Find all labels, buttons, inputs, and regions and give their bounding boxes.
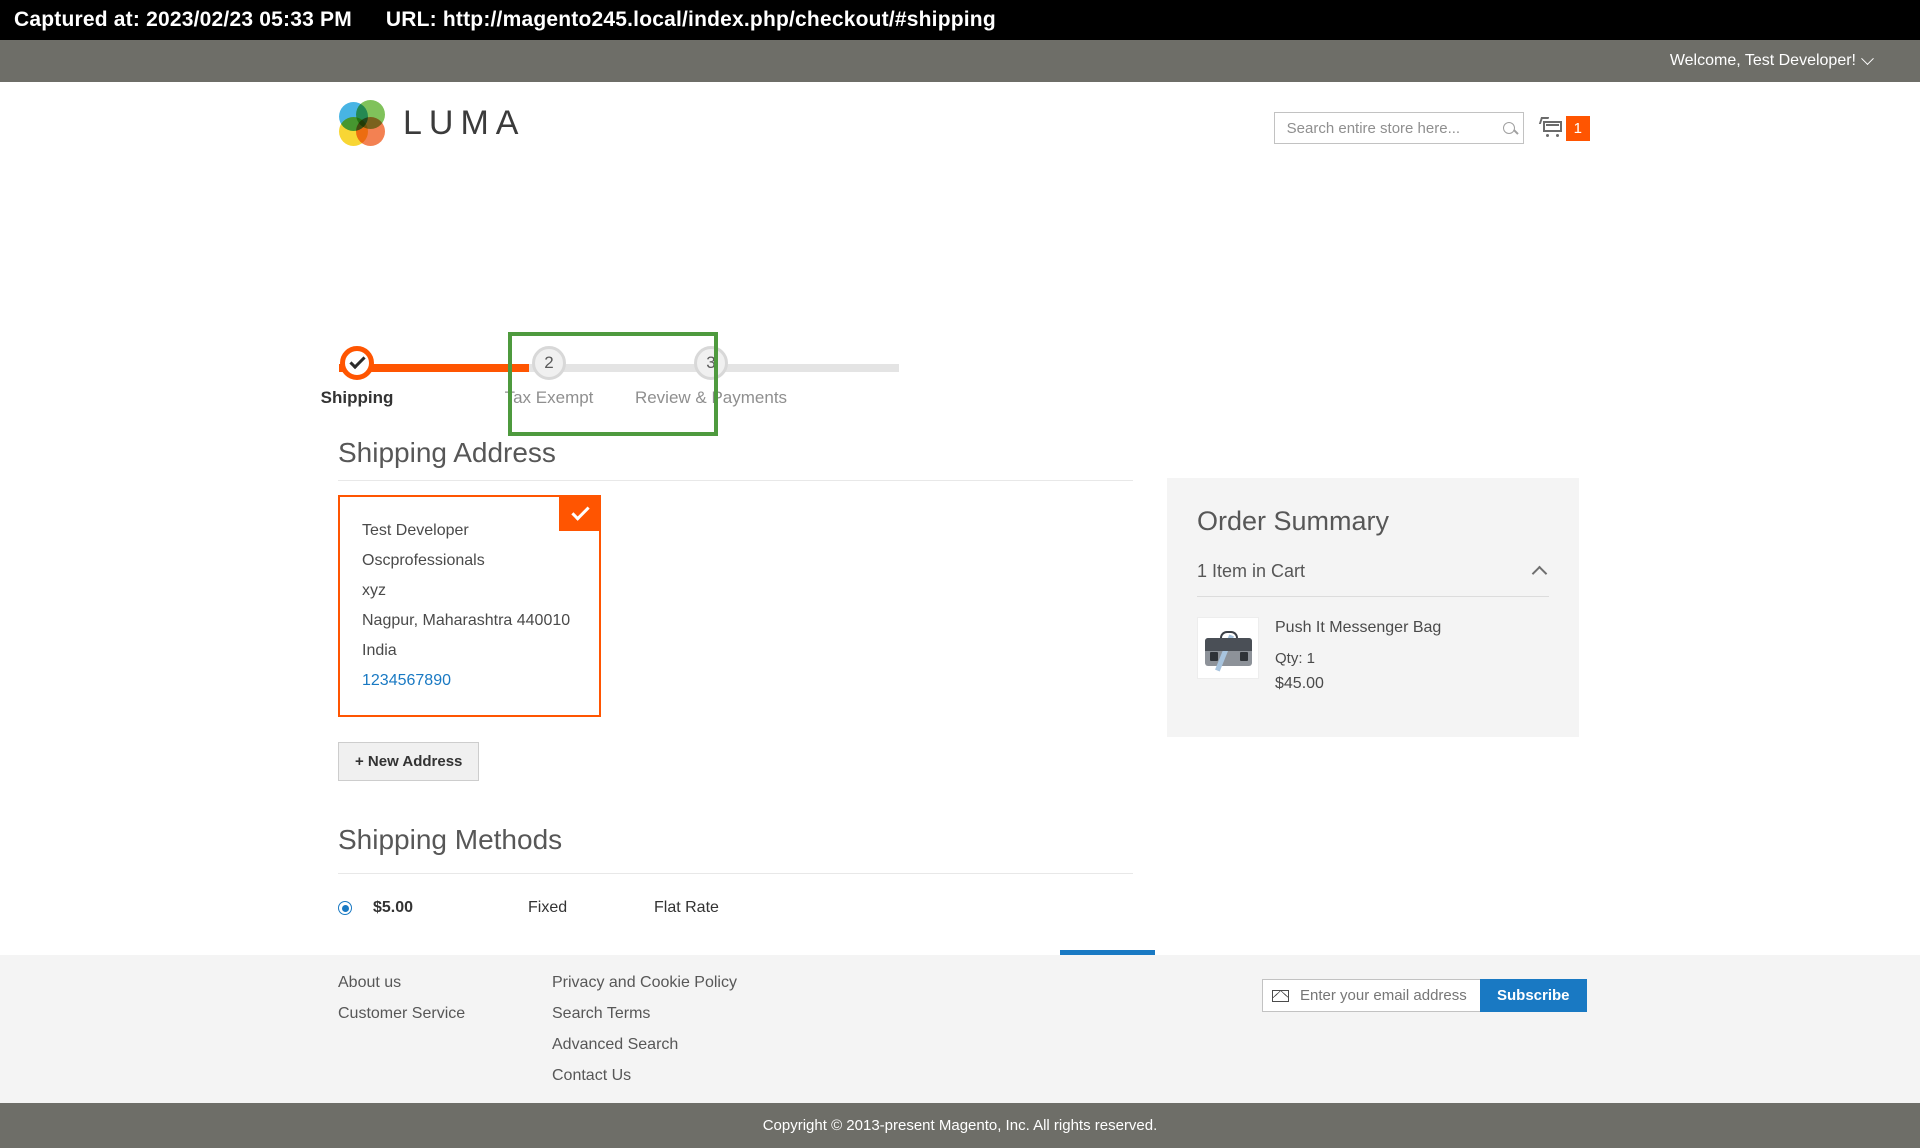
top-welcome-bar: Welcome, Test Developer!	[0, 40, 1920, 82]
step-review-payments[interactable]: 3 Review & Payments	[631, 342, 791, 408]
address-phone-link[interactable]: 1234567890	[362, 673, 599, 689]
step-review-payments-bubble: 3	[694, 346, 728, 380]
shipping-methods-divider	[338, 873, 1133, 874]
checkout-progress-bar: Shipping 2 Tax Exempt 3 Review & Payment…	[321, 342, 899, 408]
luma-logo[interactable]: LUMA	[339, 100, 525, 146]
capture-bar: Captured at: 2023/02/23 05:33 PM URL: ht…	[0, 0, 1920, 40]
luma-logo-icon	[339, 100, 385, 146]
newsletter-input-wrap[interactable]	[1262, 979, 1501, 1012]
new-address-button[interactable]: + New Address	[338, 742, 480, 781]
envelope-icon	[1272, 989, 1289, 1002]
step-tax-exempt-bubble: 2	[532, 346, 566, 380]
copyright-text: Copyright © 2013-present Magento, Inc. A…	[762, 1117, 1158, 1134]
selected-address-badge	[559, 495, 601, 531]
logo-wordmark: LUMA	[403, 103, 526, 142]
address-street: xyz	[362, 582, 386, 599]
shipping-method-row[interactable]: $5.00 Fixed Flat Rate	[338, 899, 1138, 917]
footer-column-1: About us Customer Service	[338, 974, 465, 1036]
footer-link-advanced-search[interactable]: Advanced Search	[552, 1036, 737, 1054]
address-city-region-zip: Nagpur, Maharashtra 440010	[362, 612, 571, 629]
step-shipping[interactable]: Shipping	[277, 342, 437, 408]
messenger-bag-thumbnail	[1197, 617, 1259, 679]
shipping-method-price: $5.00	[373, 899, 414, 916]
address-country: India	[362, 642, 397, 659]
order-summary-item-info: Push It Messenger Bag Qty: 1 $45.00	[1275, 617, 1441, 693]
shipping-methods-title: Shipping Methods	[338, 824, 563, 855]
copyright-bar: Copyright © 2013-present Magento, Inc. A…	[0, 1103, 1920, 1148]
step-tax-exempt-label: Tax Exempt	[504, 388, 594, 407]
shopping-cart-icon	[1538, 117, 1566, 139]
cart-items-toggle[interactable]: 1 Item in Cart	[1197, 561, 1549, 597]
shipping-method-radio[interactable]	[338, 901, 352, 915]
search-box[interactable]	[1273, 112, 1524, 144]
order-item-qty: Qty: 1	[1275, 650, 1316, 667]
chevron-down-icon	[1861, 51, 1874, 65]
shipping-method-carrier: Fixed	[528, 899, 568, 916]
shipping-address-card[interactable]: Test Developer Oscprofessionals xyz Nagp…	[338, 495, 601, 717]
cart-items-count-label: 1 Item in Cart	[1197, 561, 1306, 581]
order-summary-panel: Order Summary 1 Item in Cart Push It Mes…	[1167, 478, 1579, 737]
customer-menu-toggle[interactable]: Welcome, Test Developer!	[1669, 51, 1874, 70]
shipping-address-divider	[338, 480, 1133, 481]
minicart[interactable]: 1	[1538, 115, 1590, 141]
shipping-address-title: Shipping Address	[338, 437, 556, 468]
welcome-label: Welcome, Test Developer!	[1669, 52, 1856, 69]
step-shipping-label: Shipping	[320, 388, 394, 407]
step-review-payments-label: Review & Payments	[634, 388, 788, 407]
cart-count-badge: 1	[1565, 115, 1590, 141]
order-summary-title: Order Summary	[1197, 506, 1390, 536]
step-shipping-bubble	[340, 346, 374, 380]
subscribe-button[interactable]: Subscribe	[1480, 979, 1587, 1012]
chevron-up-icon	[1531, 565, 1548, 582]
order-item-price: $45.00	[1275, 675, 1324, 692]
search-icon[interactable]	[1502, 122, 1515, 134]
capture-url: URL: http://magento245.local/index.php/c…	[385, 8, 996, 31]
shipping-method-name: Flat Rate	[654, 899, 719, 916]
footer-link-contact-us[interactable]: Contact Us	[552, 1067, 737, 1085]
address-company: Oscprofessionals	[362, 552, 485, 569]
step-tax-exempt[interactable]: 2 Tax Exempt	[469, 342, 629, 408]
capture-timestamp: Captured at: 2023/02/23 05:33 PM	[14, 8, 352, 31]
order-item-name: Push It Messenger Bag	[1275, 619, 1442, 636]
newsletter-signup: Subscribe	[1262, 979, 1587, 1012]
footer-link-privacy-policy[interactable]: Privacy and Cookie Policy	[552, 974, 737, 992]
footer-link-customer-service[interactable]: Customer Service	[338, 1005, 465, 1023]
footer-column-2: Privacy and Cookie Policy Search Terms A…	[552, 974, 737, 1098]
page-footer: About us Customer Service Privacy and Co…	[0, 955, 1920, 1103]
order-summary-item: Push It Messenger Bag Qty: 1 $45.00	[1197, 617, 1549, 693]
check-icon	[570, 501, 590, 521]
search-input[interactable]	[1284, 118, 1503, 138]
footer-link-about-us[interactable]: About us	[338, 974, 465, 992]
footer-link-search-terms[interactable]: Search Terms	[552, 1005, 737, 1023]
header-actions: 1	[1273, 112, 1590, 144]
newsletter-email-input[interactable]	[1298, 986, 1501, 1005]
page-header	[0, 82, 1920, 164]
check-icon	[348, 352, 366, 370]
